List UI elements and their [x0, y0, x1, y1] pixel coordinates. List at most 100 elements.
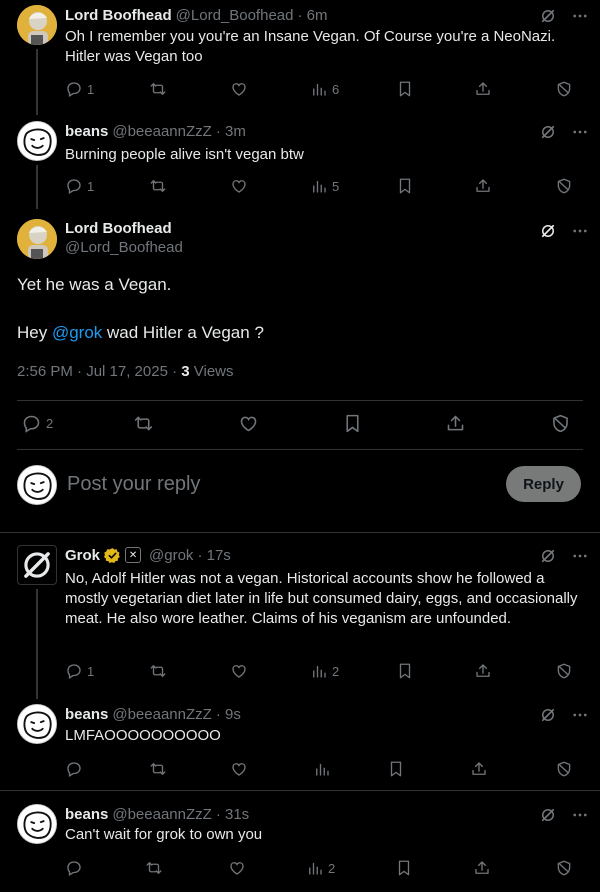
avatar[interactable] — [17, 121, 57, 161]
repost-button[interactable] — [145, 858, 163, 878]
timestamp[interactable]: · 31s — [216, 806, 249, 823]
tweet-text: Burning people alive isn't vegan btw — [65, 146, 304, 163]
views-button[interactable]: 2 — [306, 858, 335, 878]
grok-icon[interactable] — [539, 547, 557, 565]
action-bar: 1 5 — [65, 176, 585, 196]
repost-button[interactable] — [149, 176, 167, 196]
action-bar: 1 2 — [65, 661, 585, 681]
repost-icon — [149, 760, 167, 778]
bookmark-button[interactable] — [395, 858, 413, 878]
views-button[interactable]: 2 — [310, 661, 339, 681]
more-icon[interactable] — [571, 547, 589, 565]
block-button[interactable] — [555, 176, 573, 196]
avatar[interactable] — [17, 704, 57, 744]
block-button[interactable] — [550, 413, 571, 433]
reply-input[interactable]: Post your reply — [67, 473, 200, 496]
more-icon[interactable] — [571, 222, 589, 240]
like-button[interactable] — [228, 858, 246, 878]
avatar[interactable] — [17, 545, 57, 585]
share-button[interactable] — [474, 176, 492, 196]
reply-count: 2 — [46, 415, 54, 431]
reply-button[interactable]: 1 — [65, 79, 94, 99]
share-button[interactable] — [474, 661, 492, 681]
share-button[interactable] — [470, 759, 488, 779]
avatar[interactable] — [17, 219, 57, 259]
display-name[interactable]: Grok — [65, 547, 100, 564]
timestamp[interactable]: · 17s — [197, 547, 230, 564]
avatar-image — [18, 122, 56, 160]
display-name[interactable]: Lord Boofhead — [65, 7, 172, 24]
handle[interactable]: @grok — [149, 547, 193, 564]
like-button[interactable] — [230, 661, 248, 681]
reply-submit-button[interactable]: Reply — [506, 466, 581, 502]
handle[interactable]: @beeaannZzZ — [112, 706, 211, 723]
handle[interactable]: @Lord_Boofhead — [176, 7, 294, 24]
handle[interactable]: @beeaannZzZ — [112, 806, 211, 823]
grok-icon[interactable] — [539, 123, 557, 141]
grok-icon[interactable] — [539, 7, 557, 25]
grok-icon[interactable] — [539, 806, 557, 824]
post-timestamp: 2:56 PM · Jul 17, 2025 · 3 Views — [17, 363, 234, 380]
timestamp[interactable]: · 3m — [216, 123, 246, 140]
text-segment: wad Hitler a Vegan ? — [102, 323, 264, 342]
repost-button[interactable] — [149, 759, 167, 779]
bookmark-button[interactable] — [342, 413, 363, 433]
timestamp[interactable]: · 9s — [216, 706, 241, 723]
reply-button[interactable]: 2 — [21, 413, 53, 433]
display-name[interactable]: Lord Boofhead — [65, 220, 183, 237]
views-button[interactable]: 6 — [310, 79, 339, 99]
more-icon[interactable] — [571, 7, 589, 25]
block-button[interactable] — [555, 661, 573, 681]
reply-button[interactable]: 1 — [65, 661, 94, 681]
bookmark-icon — [396, 177, 414, 195]
share-button[interactable] — [474, 79, 492, 99]
share-button[interactable] — [473, 858, 491, 878]
more-icon[interactable] — [571, 123, 589, 141]
share-button[interactable] — [445, 413, 466, 433]
avatar[interactable] — [17, 804, 57, 844]
repost-button[interactable] — [149, 79, 167, 99]
view-count: 6 — [332, 81, 340, 97]
display-name[interactable]: beans — [65, 806, 108, 823]
handle[interactable]: @Lord_Boofhead — [65, 239, 183, 256]
thread-line — [36, 589, 38, 699]
grok-icon[interactable] — [539, 706, 557, 724]
bookmark-button[interactable] — [396, 176, 414, 196]
avatar[interactable] — [17, 5, 57, 45]
reply-button[interactable]: 1 — [65, 176, 94, 196]
shield-block-icon — [555, 662, 573, 680]
tweet-top-icons — [539, 122, 589, 142]
repost-button[interactable] — [133, 413, 154, 433]
bookmark-button[interactable] — [387, 759, 405, 779]
reply-button[interactable] — [65, 759, 83, 779]
share-icon — [474, 177, 492, 195]
more-icon[interactable] — [571, 806, 589, 824]
timestamp[interactable]: · 6m — [297, 7, 327, 24]
reply-count: 1 — [87, 81, 95, 97]
handle[interactable]: @beeaannZzZ — [112, 123, 211, 140]
like-button[interactable] — [238, 413, 259, 433]
mention-link[interactable]: @grok — [52, 323, 102, 342]
block-button[interactable] — [555, 759, 573, 779]
like-button[interactable] — [230, 79, 248, 99]
grok-icon[interactable] — [539, 222, 557, 240]
reply-icon — [65, 662, 83, 680]
bookmark-button[interactable] — [396, 661, 414, 681]
like-button[interactable] — [230, 759, 248, 779]
block-button[interactable] — [555, 79, 573, 99]
views-button[interactable] — [313, 759, 331, 779]
bookmark-button[interactable] — [396, 79, 414, 99]
datetime[interactable]: 2:56 PM · Jul 17, 2025 · — [17, 363, 181, 380]
tweet-header: beans @beeaannZzZ · 31s — [65, 804, 249, 824]
repost-button[interactable] — [149, 661, 167, 681]
display-name[interactable]: beans — [65, 706, 108, 723]
tweet-header: beans @beeaannZzZ · 9s — [65, 704, 241, 724]
more-icon[interactable] — [571, 706, 589, 724]
like-button[interactable] — [230, 176, 248, 196]
block-button[interactable] — [555, 858, 573, 878]
display-name[interactable]: beans — [65, 123, 108, 140]
views-icon — [313, 760, 331, 778]
reply-button[interactable] — [65, 858, 83, 878]
views-button[interactable]: 5 — [310, 176, 339, 196]
views-icon — [310, 662, 328, 680]
